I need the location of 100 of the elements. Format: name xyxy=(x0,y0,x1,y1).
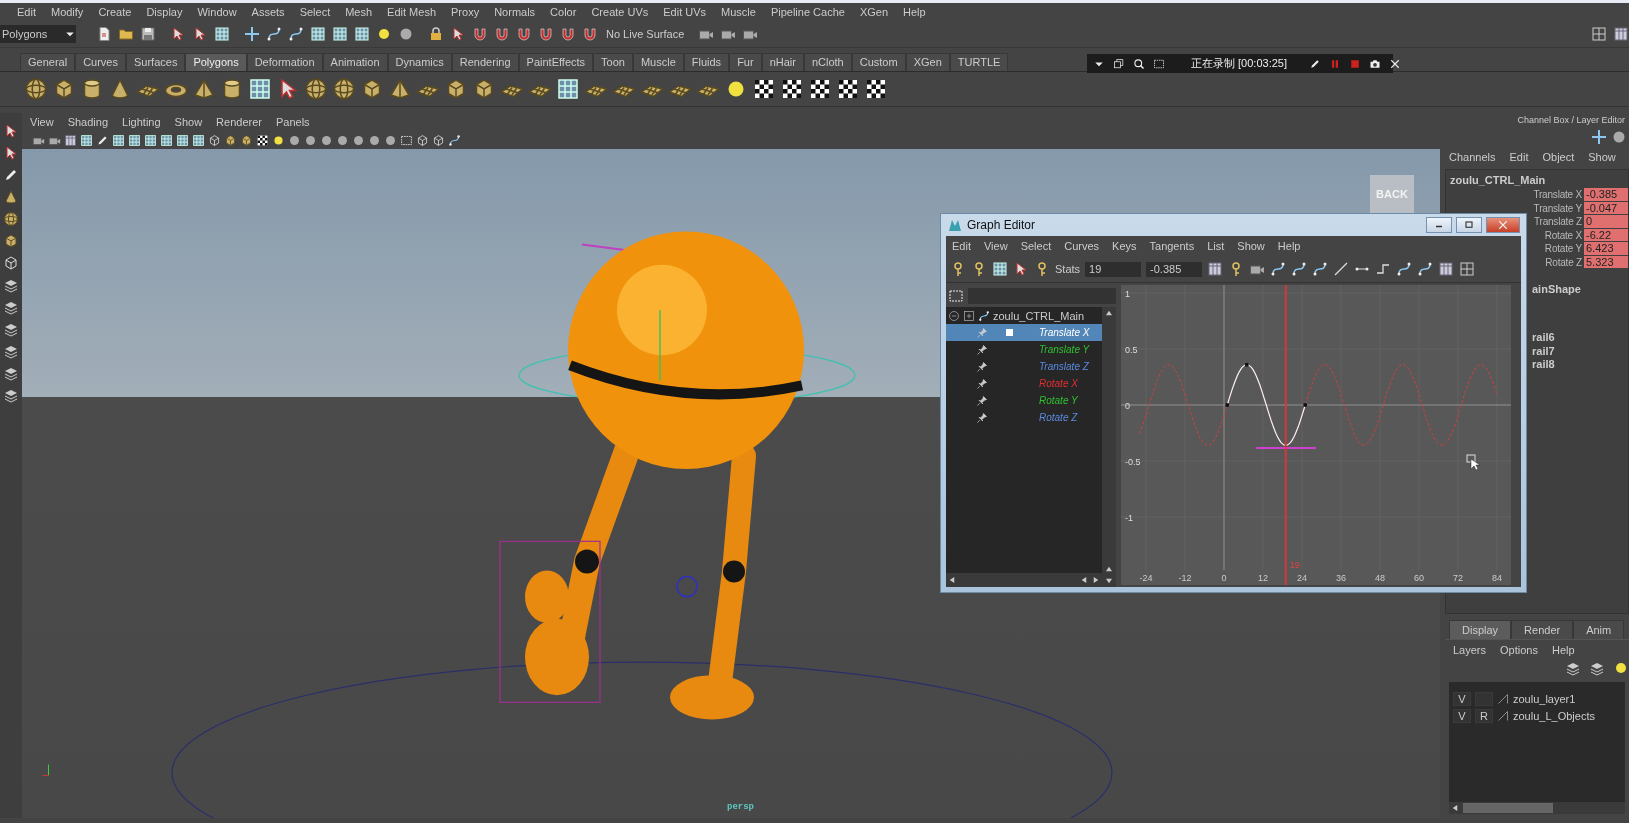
layer-name[interactable]: zoulu_L_Objects xyxy=(1513,709,1595,722)
editor-menu-item[interactable]: Help xyxy=(1277,240,1301,252)
visibility-toggle[interactable]: V xyxy=(1453,691,1471,706)
input-node-name[interactable]: rail8 xyxy=(1532,358,1628,372)
sun-icon[interactable] xyxy=(272,133,285,147)
curve-icon[interactable] xyxy=(1312,261,1329,277)
wireframe-icon[interactable] xyxy=(416,133,429,147)
channel-menu-item[interactable]: Channels xyxy=(1449,151,1496,165)
layer-tab[interactable]: Render xyxy=(1511,620,1574,639)
grid-icon[interactable] xyxy=(992,261,1008,277)
layer-menu-item[interactable]: Layers xyxy=(1453,644,1487,656)
shelf-tab[interactable]: Fluids xyxy=(683,53,730,71)
layout-icon[interactable] xyxy=(1591,26,1607,42)
grid-icon[interactable] xyxy=(354,26,370,42)
scrollbar-thumb[interactable] xyxy=(1463,803,1553,813)
ball-icon[interactable] xyxy=(1611,129,1627,145)
menu-item[interactable]: Create UVs xyxy=(591,6,649,18)
lock-icon[interactable] xyxy=(428,26,444,42)
channel-menu-item[interactable]: Object xyxy=(1542,151,1575,165)
layers-icon[interactable] xyxy=(1589,660,1605,676)
mode-dropdown[interactable]: Polygons xyxy=(0,25,76,43)
layers-icon[interactable] xyxy=(1565,660,1581,676)
shelf-tab[interactable]: Polygons xyxy=(185,53,247,71)
shelf-tab[interactable]: Surfaces xyxy=(126,53,186,71)
panel-menu-item[interactable]: Renderer xyxy=(216,116,262,128)
input-node-name[interactable]: rail7 xyxy=(1532,344,1628,358)
photo-camera-icon[interactable] xyxy=(1369,57,1381,70)
menu-item[interactable]: Edit Mesh xyxy=(387,6,437,18)
shelf-tab[interactable]: General xyxy=(20,53,76,71)
restore-icon[interactable] xyxy=(1113,57,1125,70)
menu-item[interactable]: Color xyxy=(550,6,577,18)
value-field[interactable]: -0.385 xyxy=(1146,261,1203,277)
layers-icon[interactable] xyxy=(3,299,19,315)
stop-icon[interactable] xyxy=(1349,57,1361,70)
wireframe-icon[interactable] xyxy=(3,255,19,271)
editor-menu-item[interactable]: Select xyxy=(1020,240,1052,252)
cube-icon[interactable] xyxy=(3,233,19,249)
menu-item[interactable]: Proxy xyxy=(451,6,480,18)
live-surface-field[interactable]: No Live Surface xyxy=(604,26,692,42)
editor-menu-item[interactable]: View xyxy=(983,240,1008,252)
layer-menu-item[interactable]: Help xyxy=(1551,644,1575,656)
panel-menu-item[interactable]: View xyxy=(30,116,54,128)
editor-menu-item[interactable]: Tangents xyxy=(1149,240,1195,252)
magnet-icon[interactable] xyxy=(472,26,488,42)
sphere-icon[interactable] xyxy=(332,77,356,101)
ball-icon[interactable] xyxy=(320,133,333,147)
menu-item[interactable]: Help xyxy=(903,6,926,18)
layout-icon[interactable] xyxy=(1459,261,1476,277)
document-icon[interactable] xyxy=(96,26,112,42)
curve-icon[interactable] xyxy=(1291,261,1308,277)
magnet-icon[interactable] xyxy=(582,26,598,42)
pin-icon[interactable] xyxy=(976,343,988,356)
grid-icon[interactable] xyxy=(160,133,173,147)
magnet-icon[interactable] xyxy=(538,26,554,42)
panel-menu-item[interactable]: Shading xyxy=(67,116,109,128)
frame-field[interactable]: 19 xyxy=(1085,261,1142,277)
editor-menu-item[interactable]: Edit xyxy=(952,240,971,252)
curve-icon[interactable] xyxy=(266,26,282,42)
checker-icon[interactable] xyxy=(864,77,888,101)
pin-icon[interactable] xyxy=(976,394,988,407)
ball-icon[interactable] xyxy=(288,133,301,147)
pause-icon[interactable] xyxy=(1329,57,1341,70)
pin-icon[interactable] xyxy=(976,360,988,373)
grid-icon[interactable] xyxy=(80,133,93,147)
shelf-tab[interactable]: Muscle xyxy=(632,53,684,71)
menu-item[interactable]: Window xyxy=(197,6,237,18)
panel-menu-item[interactable]: Show xyxy=(174,116,203,128)
collapse-icon[interactable] xyxy=(948,309,960,322)
shelf-tab[interactable]: Rendering xyxy=(451,53,519,71)
pointer-icon[interactable] xyxy=(450,26,466,42)
shelf-tab[interactable]: nCloth xyxy=(803,53,852,71)
shelf-tab[interactable]: Fur xyxy=(729,53,762,71)
attribute-value[interactable]: -0.385 xyxy=(1584,188,1628,202)
shelf-tab[interactable]: Custom xyxy=(851,53,906,71)
shelf-tab[interactable]: PaintEffects xyxy=(518,53,594,71)
menu-item[interactable]: Select xyxy=(299,6,331,18)
menu-item[interactable]: Create xyxy=(98,6,132,18)
search-icon[interactable] xyxy=(1133,57,1145,70)
channel-row[interactable]: Rotate Z xyxy=(946,409,1102,426)
step-line-icon[interactable] xyxy=(1375,261,1392,277)
grid-icon[interactable] xyxy=(556,77,580,101)
grid-icon[interactable] xyxy=(112,133,125,147)
pyramid-icon[interactable] xyxy=(192,77,216,101)
shelf-tab[interactable]: Toon xyxy=(593,53,633,71)
ball-icon[interactable] xyxy=(368,133,381,147)
channel-menu-item[interactable]: Show xyxy=(1588,151,1616,165)
menu-item[interactable]: Display xyxy=(146,6,183,18)
sun-icon[interactable] xyxy=(1613,660,1629,676)
sphere-icon[interactable] xyxy=(304,77,328,101)
cone-icon[interactable] xyxy=(3,189,19,205)
input-node-name[interactable]: rail6 xyxy=(1532,331,1628,345)
checker-icon[interactable] xyxy=(780,77,804,101)
render-toggle[interactable]: R xyxy=(1475,708,1493,723)
layer-tab[interactable]: Display xyxy=(1449,620,1512,639)
table-icon[interactable] xyxy=(1207,261,1224,277)
panel-menu-item[interactable]: Panels xyxy=(275,116,310,128)
sphere-icon[interactable] xyxy=(24,77,48,101)
pointer-icon[interactable] xyxy=(3,123,19,139)
layer-name[interactable]: zoulu_layer1 xyxy=(1513,692,1576,705)
table-icon[interactable] xyxy=(1438,261,1455,277)
